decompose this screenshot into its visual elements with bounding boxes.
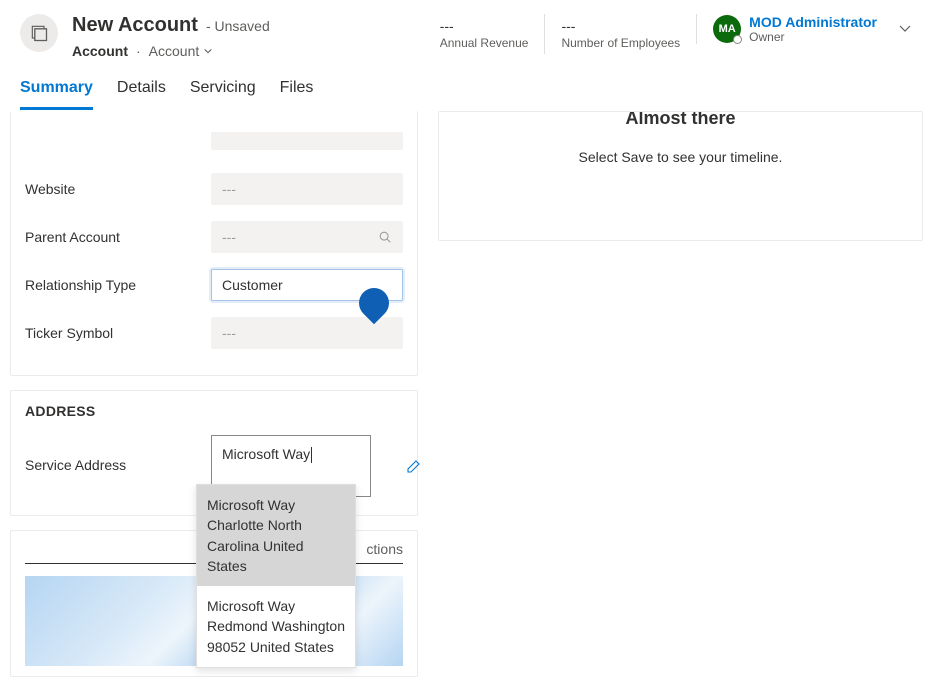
- header-field-num-employees[interactable]: --- Number of Employees: [544, 14, 696, 54]
- address-autocomplete-dropdown: Microsoft Way Charlotte North Carolina U…: [196, 484, 356, 668]
- timeline-placeholder-panel: Almost there Select Save to see your tim…: [438, 111, 923, 241]
- ticker-symbol-row: Ticker Symbol ---: [25, 309, 403, 357]
- avatar: MA: [713, 15, 741, 43]
- title-block: New Account - Unsaved Account · Account: [20, 14, 270, 59]
- header-owner[interactable]: MA MOD Administrator Owner: [696, 14, 877, 44]
- parent-account-lookup[interactable]: ---: [211, 221, 403, 253]
- website-label: Website: [25, 181, 211, 197]
- owner-name: MOD Administrator: [749, 14, 877, 30]
- parent-account-row: Parent Account ---: [25, 213, 403, 261]
- relationship-type-label: Relationship Type: [25, 277, 211, 293]
- ticker-symbol-value: ---: [222, 325, 236, 341]
- truncated-field-input[interactable]: [211, 132, 403, 150]
- service-address-label: Service Address: [25, 435, 211, 473]
- timeline-placeholder-title: Almost there: [439, 111, 922, 129]
- map-heading-text: ctions: [366, 541, 403, 557]
- relationship-type-value: Customer: [222, 277, 283, 293]
- search-icon: [378, 230, 392, 244]
- main-content: Website --- Parent Account ---: [0, 115, 933, 647]
- account-info-card: Website --- Parent Account ---: [10, 111, 418, 376]
- parent-account-value: ---: [222, 229, 236, 245]
- autocomplete-item[interactable]: Microsoft Way Redmond Washington 98052 U…: [197, 586, 355, 667]
- parent-account-label: Parent Account: [25, 229, 211, 245]
- header-field-annual-revenue[interactable]: --- Annual Revenue: [424, 14, 545, 54]
- entity-icon: [20, 14, 58, 52]
- tab-details[interactable]: Details: [117, 79, 166, 110]
- service-address-value: Microsoft Way: [222, 446, 310, 462]
- website-input[interactable]: ---: [211, 173, 403, 205]
- presence-indicator: [733, 35, 742, 44]
- address-section-heading: ADDRESS: [25, 403, 403, 419]
- ticker-symbol-label: Ticker Symbol: [25, 325, 211, 341]
- unsaved-indicator: - Unsaved: [206, 18, 270, 34]
- header-expand-chevron-icon[interactable]: [897, 20, 913, 36]
- right-column: Almost there Select Save to see your tim…: [438, 115, 923, 647]
- truncated-field-row: [25, 117, 403, 165]
- tab-servicing[interactable]: Servicing: [190, 79, 256, 110]
- timeline-placeholder-subtitle: Select Save to see your timeline.: [439, 149, 922, 165]
- edit-address-button[interactable]: [405, 457, 423, 475]
- avatar-initials: MA: [719, 23, 736, 35]
- account-icon: [29, 23, 49, 43]
- breadcrumb: Account · Account: [72, 43, 270, 59]
- website-value: ---: [222, 181, 236, 197]
- autocomplete-item[interactable]: Microsoft Way Charlotte North Carolina U…: [197, 485, 355, 586]
- annual-revenue-label: Annual Revenue: [440, 36, 529, 50]
- relationship-type-row: Relationship Type Customer: [25, 261, 403, 309]
- tab-summary[interactable]: Summary: [20, 79, 93, 110]
- breadcrumb-form-selector[interactable]: Account: [149, 43, 214, 59]
- tab-list: Summary Details Servicing Files: [0, 59, 933, 111]
- chevron-down-icon: [203, 46, 213, 56]
- pencil-icon: [406, 458, 422, 474]
- owner-role: Owner: [749, 30, 877, 44]
- breadcrumb-separator: ·: [136, 43, 141, 59]
- tab-files[interactable]: Files: [280, 79, 314, 110]
- num-employees-value: ---: [561, 18, 680, 34]
- breadcrumb-entity: Account: [72, 43, 128, 59]
- annual-revenue-value: ---: [440, 18, 529, 34]
- page-title: New Account: [72, 14, 198, 37]
- text-cursor: [311, 447, 312, 463]
- website-row: Website ---: [25, 165, 403, 213]
- header-right: --- Annual Revenue --- Number of Employe…: [424, 14, 913, 54]
- breadcrumb-form-label: Account: [149, 43, 200, 59]
- num-employees-label: Number of Employees: [561, 36, 680, 50]
- page-header: New Account - Unsaved Account · Account …: [0, 0, 933, 59]
